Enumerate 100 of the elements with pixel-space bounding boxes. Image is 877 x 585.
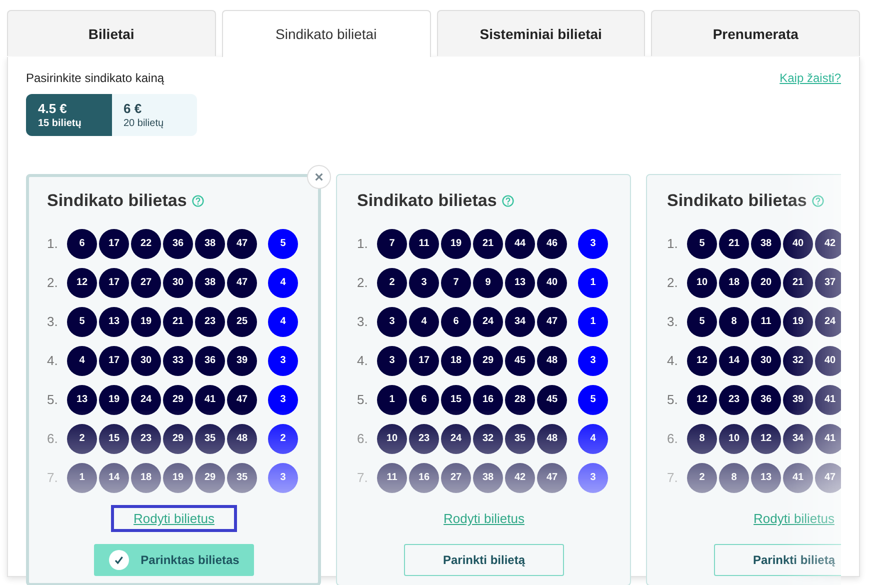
tab[interactable]: Sisteminiai bilietai [436, 10, 646, 56]
number-ball: 14 [99, 462, 129, 492]
number-ball: 17 [409, 346, 439, 376]
number-ball: 12 [687, 346, 717, 376]
number-ball: 41 [815, 424, 841, 454]
line-number: 1. [667, 236, 679, 251]
line-number: 5. [667, 392, 679, 407]
number-ball: 10 [377, 424, 407, 454]
bonus-ball: 3 [268, 384, 298, 414]
number-ball: 45 [537, 384, 567, 414]
number-ball: 35 [505, 424, 535, 454]
number-ball: 39 [227, 346, 257, 376]
select-ticket-button[interactable]: Parinkti bilietą [404, 544, 564, 576]
number-ball: 29 [163, 384, 193, 414]
number-ball: 35 [195, 424, 225, 454]
number-ball: 29 [195, 462, 225, 492]
line-number: 3. [47, 314, 59, 329]
price-option[interactable]: 6 € 20 bilietų [112, 94, 197, 136]
number-ball: 30 [131, 346, 161, 376]
number-ball: 5 [67, 306, 97, 336]
line-number: 3. [667, 314, 679, 329]
line-number: 5. [47, 392, 59, 407]
number-ball: 7 [377, 228, 407, 258]
help-icon[interactable] [192, 195, 204, 207]
number-ball: 6 [409, 384, 439, 414]
number-ball: 24 [815, 306, 841, 336]
number-ball: 21 [473, 228, 503, 258]
number-ball: 19 [131, 306, 161, 336]
number-ball: 35 [227, 462, 257, 492]
number-ball: 12 [687, 384, 717, 414]
number-ball: 18 [719, 268, 749, 298]
number-ball: 23 [131, 424, 161, 454]
number-ball: 29 [163, 424, 193, 454]
number-ball: 24 [131, 384, 161, 414]
select-ticket-button[interactable]: Parinktas bilietas [94, 544, 254, 576]
line-number: 2. [667, 275, 679, 290]
help-icon[interactable] [812, 195, 824, 207]
number-ball: 1 [67, 462, 97, 492]
number-ball: 23 [719, 384, 749, 414]
card-title: Sindikato bilietas [357, 191, 497, 211]
number-ball: 2 [687, 462, 717, 492]
help-icon[interactable] [502, 195, 514, 207]
number-ball: 21 [783, 268, 813, 298]
number-ball: 8 [719, 462, 749, 492]
number-ball: 3 [409, 268, 439, 298]
line-number: 5. [357, 392, 369, 407]
number-ball: 47 [537, 462, 567, 492]
number-ball: 41 [195, 384, 225, 414]
number-ball: 46 [537, 228, 567, 258]
number-ball: 13 [505, 268, 535, 298]
number-ball: 27 [131, 268, 161, 298]
price-option[interactable]: 4.5 € 15 bilietų [26, 94, 112, 136]
number-ball: 18 [131, 462, 161, 492]
tab[interactable]: Bilietai [7, 10, 216, 56]
number-ball: 47 [537, 306, 567, 336]
number-ball: 3 [377, 306, 407, 336]
bonus-ball: 1 [578, 306, 608, 336]
number-ball: 47 [227, 228, 257, 258]
number-ball: 2 [377, 268, 407, 298]
bonus-ball: 3 [268, 346, 298, 376]
number-ball: 13 [751, 462, 781, 492]
number-ball: 42 [505, 462, 535, 492]
price-prompt: Pasirinkite sindikato kainą [26, 71, 166, 85]
card-title: Sindikato bilietas [47, 191, 187, 211]
line-number: 2. [357, 275, 369, 290]
line-number: 3. [357, 314, 369, 329]
bonus-ball: 4 [268, 306, 298, 336]
line-number: 4. [357, 353, 369, 368]
number-ball: 22 [131, 228, 161, 258]
number-ball: 38 [195, 228, 225, 258]
bonus-ball: 5 [268, 228, 298, 258]
number-ball: 7 [441, 268, 471, 298]
number-ball: 16 [409, 462, 439, 492]
number-ball: 29 [473, 346, 503, 376]
number-ball: 38 [195, 268, 225, 298]
number-ball: 2 [67, 424, 97, 454]
number-ball: 34 [783, 424, 813, 454]
line-number: 7. [667, 470, 679, 485]
tab[interactable]: Prenumerata [651, 10, 860, 56]
tab[interactable]: Sindikato bilietai [222, 10, 430, 57]
number-ball: 40 [783, 228, 813, 258]
line-number: 4. [47, 353, 59, 368]
select-ticket-button[interactable]: Parinkti bilietą [714, 544, 841, 576]
number-ball: 1 [377, 384, 407, 414]
number-ball: 23 [195, 306, 225, 336]
number-ball: 10 [687, 268, 717, 298]
number-ball: 36 [195, 346, 225, 376]
number-ball: 42 [815, 228, 841, 258]
number-ball: 32 [473, 424, 503, 454]
number-ball: 11 [751, 306, 781, 336]
line-number: 1. [47, 236, 59, 251]
number-ball: 6 [67, 228, 97, 258]
number-ball: 8 [719, 306, 749, 336]
number-ball: 4 [409, 306, 439, 336]
number-ball: 48 [537, 424, 567, 454]
number-ball: 20 [751, 268, 781, 298]
close-button[interactable]: × [307, 165, 331, 189]
number-ball: 45 [505, 346, 535, 376]
bonus-ball: 4 [268, 268, 298, 298]
bonus-ball: 5 [578, 384, 608, 414]
